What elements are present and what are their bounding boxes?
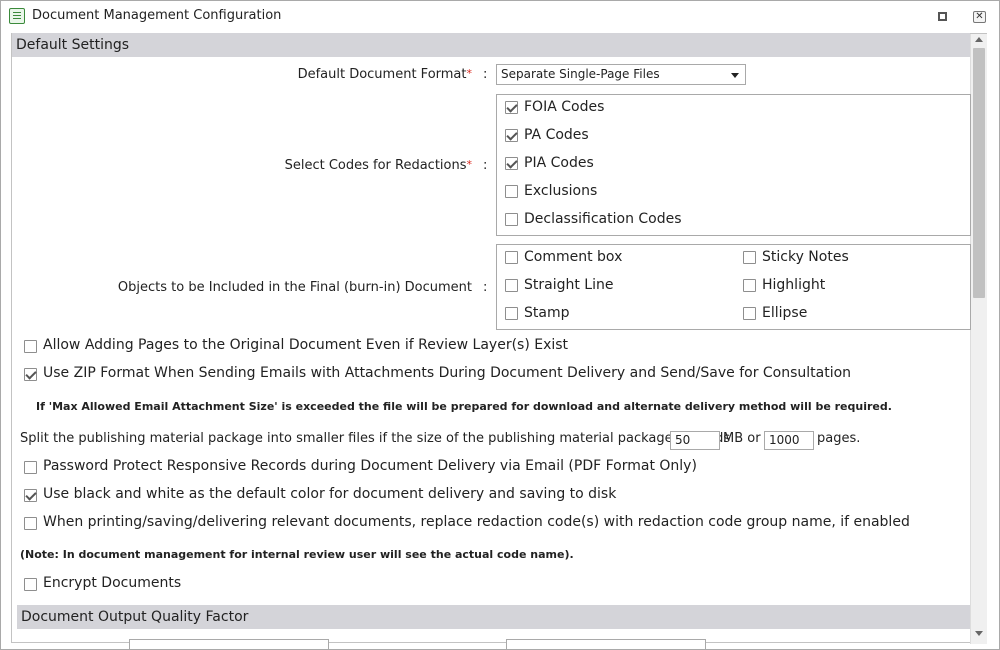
exclusions-checkbox[interactable]	[505, 185, 518, 198]
encrypt-documents-checkbox[interactable]	[24, 578, 37, 591]
colon: :	[483, 158, 488, 173]
split-text-3: pages.	[817, 431, 861, 446]
sticky-notes-label: Sticky Notes	[762, 249, 849, 265]
use-zip-label: Use ZIP Format When Sending Emails with …	[43, 365, 852, 381]
stamp-label: Stamp	[524, 305, 570, 321]
zip-note: If 'Max Allowed Email Attachment Size' i…	[36, 400, 892, 413]
document-list-icon	[9, 8, 25, 24]
black-white-checkbox[interactable]	[24, 489, 37, 502]
format-select[interactable]: Separate Single-Page Files	[496, 64, 746, 85]
codes-label-text: Select Codes for Redactions	[284, 158, 467, 173]
close-icon[interactable]: ✕	[973, 11, 986, 23]
colon: :	[483, 280, 488, 295]
scroll-down-icon[interactable]	[975, 631, 983, 636]
straight-line-label: Straight Line	[524, 277, 614, 293]
pa-codes-checkbox[interactable]	[505, 129, 518, 142]
title-bar: Document Management Configuration ✕	[1, 1, 999, 31]
maximize-icon[interactable]	[938, 12, 947, 21]
sticky-notes-checkbox[interactable]	[743, 251, 756, 264]
quality-field-right[interactable]	[506, 639, 706, 649]
codes-label: Select Codes for Redactions*	[285, 158, 472, 173]
ellipse-checkbox[interactable]	[743, 307, 756, 320]
pa-codes-label: PA Codes	[524, 127, 589, 143]
pia-codes-label: PIA Codes	[524, 155, 594, 171]
required-mark: *	[466, 158, 473, 171]
highlight-label: Highlight	[762, 277, 826, 293]
replace-codes-checkbox[interactable]	[24, 517, 37, 530]
encrypt-documents-label: Encrypt Documents	[43, 575, 182, 591]
password-protect-checkbox[interactable]	[24, 461, 37, 474]
scroll-up-icon[interactable]	[975, 37, 983, 42]
default-settings-header: Default Settings	[12, 33, 970, 57]
split-text-1: Split the publishing material package in…	[20, 431, 731, 446]
straight-line-checkbox[interactable]	[505, 279, 518, 292]
split-pages-input[interactable]: 1000	[764, 431, 814, 450]
objects-box: Comment box Sticky Notes Straight Line H…	[496, 244, 971, 330]
ellipse-label: Ellipse	[762, 305, 808, 321]
required-mark: *	[466, 67, 473, 80]
foia-codes-checkbox[interactable]	[505, 101, 518, 114]
comment-box-label: Comment box	[524, 249, 623, 265]
window-title: Document Management Configuration	[32, 8, 282, 23]
allow-adding-pages-label: Allow Adding Pages to the Original Docum…	[43, 337, 569, 353]
password-protect-label: Password Protect Responsive Records duri…	[43, 458, 697, 474]
split-mb-input[interactable]: 50	[670, 431, 720, 450]
split-text-2: MB or	[723, 431, 761, 446]
colon: :	[483, 67, 488, 82]
codes-box: FOIA Codes PA Codes PIA Codes Exclusions…	[496, 94, 971, 236]
internal-review-note: (Note: In document management for intern…	[20, 548, 574, 561]
comment-box-checkbox[interactable]	[505, 251, 518, 264]
replace-codes-label: When printing/saving/delivering relevant…	[43, 514, 910, 530]
pia-codes-checkbox[interactable]	[505, 157, 518, 170]
declassification-codes-label: Declassification Codes	[524, 211, 682, 227]
vertical-scrollbar[interactable]	[970, 34, 987, 644]
output-quality-header: Document Output Quality Factor	[17, 605, 970, 629]
allow-adding-pages-checkbox[interactable]	[24, 340, 37, 353]
format-label: Default Document Format*	[298, 67, 472, 82]
black-white-label: Use black and white as the default color…	[43, 486, 617, 502]
format-select-value: Separate Single-Page Files	[501, 67, 660, 81]
dialog-window: Document Management Configuration ✕ Defa…	[0, 0, 1000, 650]
format-label-text: Default Document Format	[297, 67, 467, 82]
exclusions-label: Exclusions	[524, 183, 598, 199]
foia-codes-label: FOIA Codes	[524, 99, 605, 115]
declassification-codes-checkbox[interactable]	[505, 213, 518, 226]
stamp-checkbox[interactable]	[505, 307, 518, 320]
objects-label: Objects to be Included in the Final (bur…	[117, 280, 472, 295]
quality-field-left[interactable]	[129, 639, 329, 649]
scroll-thumb[interactable]	[973, 48, 985, 298]
use-zip-checkbox[interactable]	[24, 368, 37, 381]
chevron-down-icon	[731, 73, 739, 78]
highlight-checkbox[interactable]	[743, 279, 756, 292]
